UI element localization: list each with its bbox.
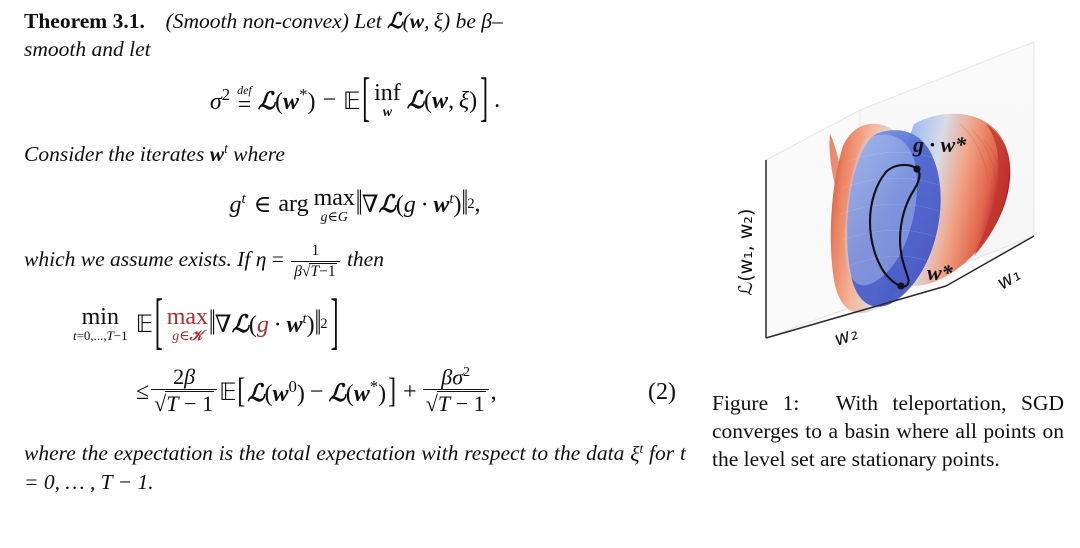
gradient-expression-main: ∇ℒ(g · wt) bbox=[214, 310, 315, 338]
bracket-close-rhs: ] bbox=[388, 372, 397, 411]
iterates-sentence: Consider the iterates wt where bbox=[24, 140, 686, 169]
theorem-label: Theorem 3.1. bbox=[24, 9, 145, 33]
expectation-operator-main: 𝔼 bbox=[135, 310, 154, 339]
infimum-operator: inf w bbox=[374, 80, 401, 121]
max-operator: max g∈G bbox=[313, 184, 355, 225]
second-fraction-denominator: √T − 1 bbox=[422, 389, 489, 416]
label-teleported-point: g · w* bbox=[912, 132, 967, 157]
theorem-qualifier: (Smooth non-convex) bbox=[165, 9, 349, 33]
figure-column: g · w* w* ℒ(w₁, w₂) w₂ w₁ Figure 1: With… bbox=[700, 0, 1080, 548]
equals-sign: = bbox=[271, 247, 284, 272]
optimum-point-marker bbox=[897, 282, 905, 290]
figure-caption: Figure 1: With teleportation, SGD conver… bbox=[712, 390, 1064, 474]
z-axis-label: ℒ(w₁, w₂) bbox=[735, 209, 757, 296]
bracket-open-main: [ bbox=[154, 288, 163, 357]
stepsize-fraction: 1 β√T−1 bbox=[291, 242, 340, 280]
closing-line-1: where the expectation is the total expec… bbox=[24, 441, 549, 466]
bracket-open: [ bbox=[362, 70, 371, 129]
first-fraction: 2β √T − 1 bbox=[151, 364, 218, 415]
iterates-where: where bbox=[233, 142, 285, 167]
theorem-column: Theorem 3.1. (Smooth non-convex) Let ℒ(w… bbox=[0, 0, 700, 548]
less-equal: ≤ bbox=[136, 378, 150, 405]
second-fraction: βσ2 √T − 1 bbox=[422, 363, 489, 416]
norm-open: ‖ bbox=[355, 184, 363, 224]
teleported-point-marker bbox=[913, 165, 921, 173]
gradient-expression: ∇ℒ(g · wt) bbox=[361, 191, 462, 219]
stepsize-denominator: β√T−1 bbox=[291, 260, 340, 280]
plus-operator: + bbox=[403, 378, 417, 405]
expectation-operator-rhs: 𝔼 bbox=[219, 378, 237, 407]
then-text: then bbox=[346, 247, 384, 272]
eta-symbol: η bbox=[255, 247, 267, 272]
comma: , bbox=[474, 191, 481, 218]
norm-close-main: ‖ bbox=[314, 304, 322, 344]
norm-close: ‖ bbox=[461, 184, 469, 224]
equation-main-line1: min t=0,...,T−1 𝔼 [ max g∈𝒦 ‖ ∇ℒ(g · wt)… bbox=[24, 289, 686, 357]
theorem-intro-3: smooth and let bbox=[24, 36, 151, 61]
equation-sigma-definition: σ2 def = ℒ(w*) − 𝔼 [ inf w ℒ(w, ξ) ] . bbox=[24, 70, 686, 129]
expectation-operator: 𝔼 bbox=[343, 86, 361, 115]
closing-sentence: where the expectation is the total expec… bbox=[24, 439, 686, 496]
theorem-statement: Theorem 3.1. (Smooth non-convex) Let ℒ(w… bbox=[24, 8, 686, 64]
equation-main-line2: ≤ 2β √T − 1 𝔼 [ ℒ(w0) − ℒ(w*) ] + βσ2 √T… bbox=[24, 361, 686, 423]
norm-open-main: ‖ bbox=[209, 304, 216, 344]
assume-text: which we assume exists. If bbox=[24, 247, 251, 272]
equation-number: (2) bbox=[648, 378, 676, 405]
theorem-intro-2: be bbox=[455, 9, 476, 33]
loss-initial: ℒ(w0) bbox=[247, 376, 305, 407]
first-fraction-numerator: 2β bbox=[173, 364, 196, 390]
minus-operator: − bbox=[322, 87, 336, 114]
def-equals: def = bbox=[237, 82, 252, 119]
minus-rhs: − bbox=[309, 378, 324, 405]
closing-line-2a: the data bbox=[554, 441, 625, 466]
stepsize-numerator: 1 bbox=[311, 242, 320, 260]
equation-argmax: gt ∈ arg max g∈G ‖ ∇ℒ(g · wt) ‖ 2 , bbox=[229, 184, 481, 225]
min-operator: min t=0,...,T−1 bbox=[73, 304, 128, 344]
g-superscript-t: gt bbox=[229, 190, 246, 218]
element-of: ∈ bbox=[253, 192, 272, 219]
paper-page: Theorem 3.1. (Smooth non-convex) Let ℒ(w… bbox=[0, 0, 1080, 548]
second-fraction-numerator: βσ2 bbox=[441, 363, 471, 390]
bracket-close-main: ] bbox=[330, 288, 339, 357]
loss-optimum-rhs: ℒ(w*) bbox=[328, 376, 387, 407]
figure-3d-surface-plot: g · w* w* ℒ(w₁, w₂) w₂ w₁ bbox=[700, 12, 1080, 384]
xi-symbol: ξt bbox=[630, 440, 644, 466]
label-optimum-point: w* bbox=[927, 260, 954, 285]
theorem-intro-1: Let bbox=[354, 9, 382, 33]
loss-inner: ℒ(w, ξ) bbox=[406, 88, 478, 115]
stepsize-sentence: which we assume exists. If η = 1 β√T−1 t… bbox=[24, 243, 686, 280]
first-fraction-denominator: √T − 1 bbox=[151, 389, 218, 415]
max-operator-highlighted: max g∈𝒦 bbox=[166, 304, 209, 344]
bracket-open-rhs: [ bbox=[237, 372, 246, 411]
arg-text: arg bbox=[278, 191, 309, 218]
iterates-text: Consider the iterates bbox=[24, 142, 205, 167]
theorem-loss-symbol: ℒ(w, ξ) bbox=[387, 9, 451, 33]
iterate-symbol: wt bbox=[209, 140, 228, 167]
figure-number: Figure 1: bbox=[712, 391, 800, 415]
theorem-beta: β– bbox=[481, 9, 503, 33]
sigma-lhs: σ2 bbox=[209, 85, 231, 116]
period: . bbox=[494, 87, 501, 114]
x-axis-label: w₂ bbox=[831, 322, 861, 351]
loss-at-optimum: ℒ(w*) bbox=[257, 85, 316, 116]
y-axis-label: w₁ bbox=[993, 263, 1024, 294]
bracket-close: ] bbox=[480, 70, 489, 129]
trailing-comma: , bbox=[490, 378, 497, 405]
